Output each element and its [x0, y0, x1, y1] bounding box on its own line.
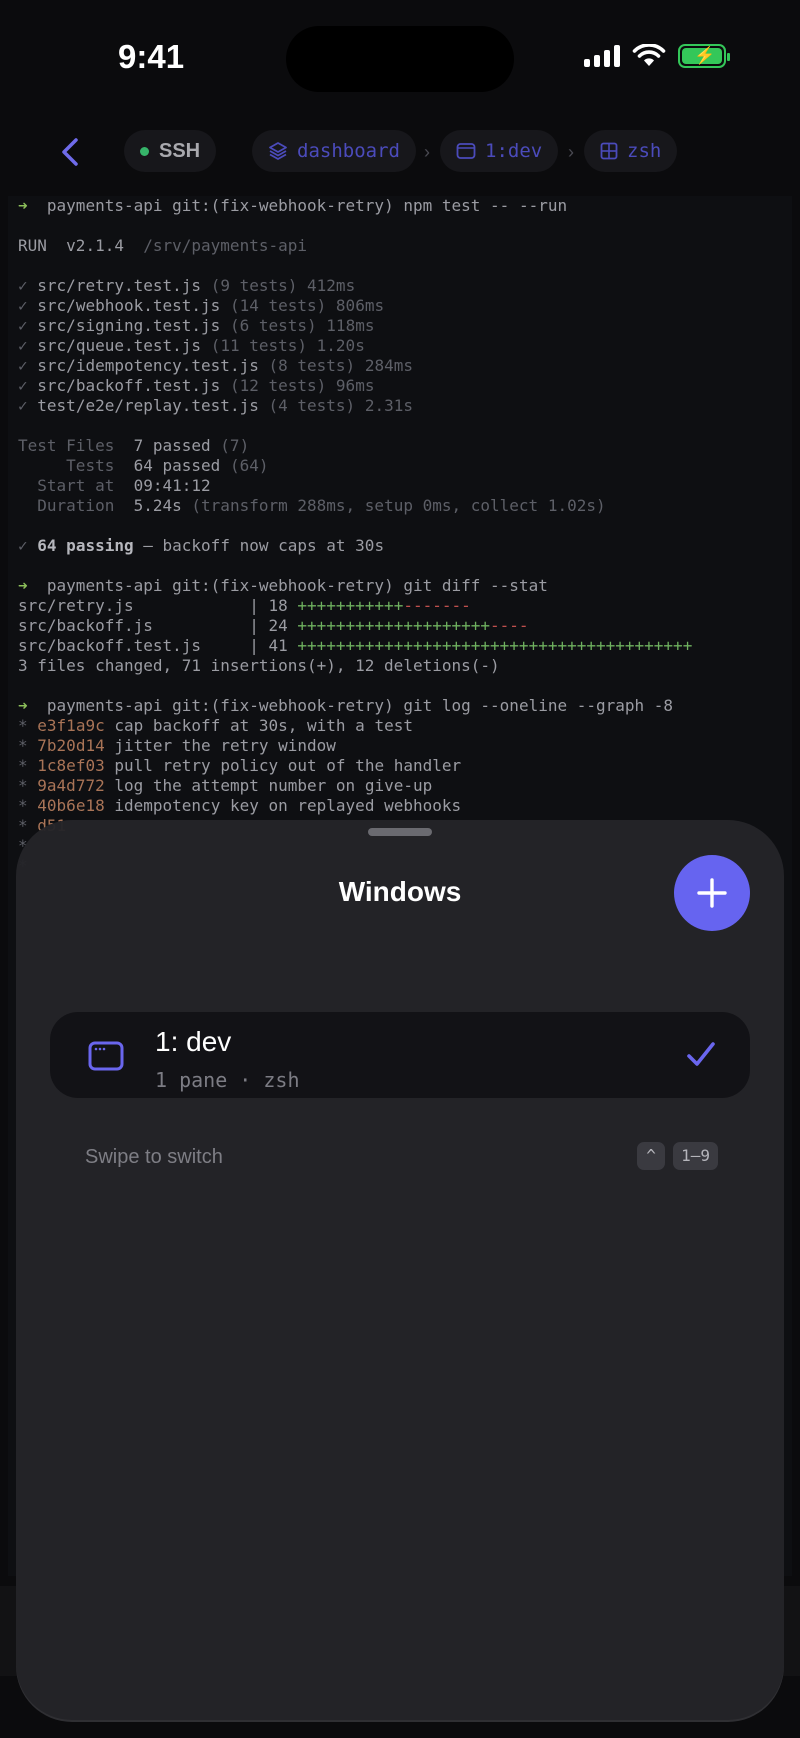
diff-stat-line: src/backoff.js | 24 ++++++++++++++++++++… [18, 616, 529, 635]
breadcrumb-separator: › [424, 142, 430, 162]
layers-icon [269, 142, 287, 160]
system-icons: ⚡ [584, 44, 730, 68]
commit-line: * e3f1a9c cap backoff at 30s, with a tes… [18, 716, 413, 735]
test-result-line: ✓ src/backoff.test.js (12 tests) 96ms [18, 376, 375, 395]
test-result-line: ✓ test/e2e/replay.test.js (4 tests) 2.31… [18, 396, 413, 415]
new-window-button[interactable] [674, 855, 750, 931]
pane-name: zsh [627, 140, 662, 162]
summary-start: Start at 09:41:12 [37, 476, 211, 495]
test-result-line: ✓ src/idempotency.test.js (8 tests) 284m… [18, 356, 413, 375]
battery-icon: ⚡ [678, 44, 730, 68]
test-result-line: ✓ src/signing.test.js (6 tests) 118ms [18, 316, 375, 335]
clock: 9:41 [118, 38, 185, 75]
run-line: RUN v2.1.4 /srv/payments-api [18, 236, 307, 255]
connection-label: SSH [159, 139, 201, 162]
prompt-line: ➜ payments-api git:(fix-webhook-retry) g… [18, 696, 674, 715]
breadcrumb-session[interactable]: dashboard [252, 130, 416, 172]
wifi-icon [632, 44, 666, 66]
connection-badge[interactable]: SSH [124, 130, 217, 172]
test-result-line: ✓ src/retry.test.js (9 tests) 412ms [18, 276, 356, 295]
summary-files: Test Files 7 passed (7) [18, 436, 250, 455]
diff-summary: 3 files changed, 71 insertions(+), 12 de… [18, 656, 500, 675]
checkmark-icon [687, 1042, 715, 1066]
grid-icon [600, 142, 618, 160]
prompt-line: ➜ payments-api git:(fix-webhook-retry) n… [18, 196, 568, 215]
window-item[interactable]: 1: dev 1 pane · zsh [50, 1012, 750, 1098]
back-chevron-icon [62, 138, 78, 166]
back-button[interactable] [52, 132, 92, 172]
ctrl-key: ^ [637, 1142, 666, 1170]
window-subtitle: 1 pane · zsh [155, 1068, 300, 1092]
dynamic-island [286, 26, 514, 92]
prompt-line: ➜ payments-api git:(fix-webhook-retry) g… [18, 576, 548, 595]
window-name: 1:dev [485, 140, 543, 162]
diff-stat-line: src/retry.js | 18 +++++++++++------- [18, 596, 471, 615]
test-result-line: ✓ src/webhook.test.js (14 tests) 806ms [18, 296, 385, 315]
breadcrumb-window[interactable]: 1:dev [440, 130, 559, 172]
commit-line: * 1c8ef03 pull retry policy out of the h… [18, 756, 462, 775]
commit-line: * 7b20d14 jitter the retry window [18, 736, 336, 755]
plus-icon [697, 878, 727, 908]
test-result-line: ✓ src/queue.test.js (11 tests) 1.20s [18, 336, 365, 355]
signal-icon [584, 45, 620, 67]
number-range-key: 1–9 [673, 1142, 718, 1170]
summary-tests: Tests 64 passed (64) [66, 456, 269, 475]
windows-sheet: Windows 1: dev 1 pane · zsh Swipe to swi… [16, 820, 784, 1722]
sheet-grabber[interactable] [368, 828, 432, 836]
passing-line: ✓ 64 passing — backoff now caps at 30s [18, 536, 385, 555]
shortcut-keys: ^ 1–9 [637, 1142, 718, 1170]
window-title: 1: dev [155, 1026, 232, 1057]
status-bar: 9:41 ⚡ [0, 0, 800, 110]
window-icon [456, 143, 476, 159]
sheet-title: Windows [338, 876, 462, 907]
commit-line: * 9a4d772 log the attempt number on give… [18, 776, 433, 795]
diff-stat-line: src/backoff.test.js | 41 +++++++++++++++… [18, 636, 693, 655]
commit-line: * 40b6e18 idempotency key on replayed we… [18, 796, 462, 815]
summary-duration: Duration 5.24s (transform 288ms, setup 0… [37, 496, 606, 515]
session-name: dashboard [297, 140, 400, 162]
breadcrumb-separator: › [568, 142, 574, 162]
breadcrumb-pane[interactable]: zsh [584, 130, 678, 172]
tmux-nav-bar: SSH dashboard › 1:dev › zsh [0, 120, 800, 184]
connected-dot [140, 146, 149, 156]
swipe-hint: Swipe to switch [85, 1146, 223, 1168]
window-icon [88, 1041, 124, 1071]
